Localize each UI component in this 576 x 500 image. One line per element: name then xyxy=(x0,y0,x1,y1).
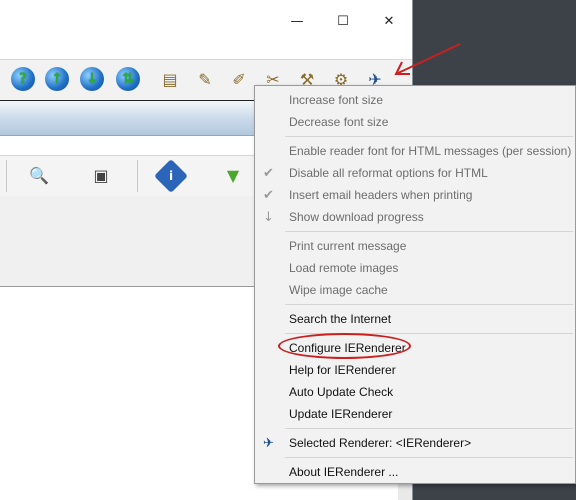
menu-separator xyxy=(285,457,573,458)
menu-item-label: Auto Update Check xyxy=(289,385,394,399)
download-icon: ↓ xyxy=(263,209,274,225)
menu-item-label: Decrease font size xyxy=(289,115,389,129)
menu-item-about-ierenderer[interactable]: About IERenderer ... xyxy=(255,461,575,483)
menu-item-label: Help for IERenderer xyxy=(289,363,396,377)
search-doc-icon[interactable]: 🔍 xyxy=(28,164,50,186)
checkmark-icon: ✔ xyxy=(263,187,274,203)
menu-item-label: Search the Internet xyxy=(289,312,392,326)
menu-item-search-the-internet[interactable]: Search the Internet xyxy=(255,308,575,330)
menu-item-auto-update-check[interactable]: Auto Update Check xyxy=(255,381,575,403)
globe-up-icon[interactable]: ↑ xyxy=(45,67,69,91)
menu-item-label: Insert email headers when printing xyxy=(289,188,473,202)
menu-separator xyxy=(285,231,573,232)
menu-item-show-download-progress: ↓ Show download progress xyxy=(255,206,575,228)
menu-separator xyxy=(285,428,573,429)
menu-item-label: About IERenderer ... xyxy=(289,465,399,479)
globe-sync-icon[interactable]: ⇅ xyxy=(116,67,140,91)
toolbar-separator xyxy=(6,160,7,192)
close-button[interactable]: ✕ xyxy=(366,0,412,42)
info-glyph: i xyxy=(168,169,174,183)
annotation-arrow xyxy=(394,43,461,75)
menu-item-load-remote-images: Load remote images xyxy=(255,257,575,279)
menu-item-label: Selected Renderer: <IERenderer> xyxy=(289,436,472,450)
menu-item-wipe-image-cache: Wipe image cache xyxy=(255,279,575,301)
menu-item-print-current-message: Print current message xyxy=(255,235,575,257)
menu-item-label: Disable all reformat options for HTML xyxy=(289,166,488,180)
menu-item-label: Print current message xyxy=(289,239,407,253)
globe-down-icon[interactable]: ↓ xyxy=(80,67,104,91)
menu-item-increase-font-size: Increase font size xyxy=(255,89,575,111)
menu-separator xyxy=(285,136,573,137)
menu-item-enable-reader-font-for-html-messages-per-session: Enable reader font for HTML messages (pe… xyxy=(255,140,575,162)
menu-item-selected-renderer-ierenderer[interactable]: ✈ Selected Renderer: <IERenderer> xyxy=(255,432,575,454)
menu-item-help-for-ierenderer[interactable]: Help for IERenderer xyxy=(255,359,575,381)
menu-item-label: Show download progress xyxy=(289,210,424,224)
menu-item-label: Load remote images xyxy=(289,261,399,275)
menu-item-label: Update IERenderer xyxy=(289,407,393,421)
info-icon[interactable]: i xyxy=(154,159,188,193)
notes-icon[interactable]: ▤ xyxy=(159,68,181,90)
menu-item-label: Wipe image cache xyxy=(289,283,388,297)
minimize-button[interactable]: — xyxy=(274,0,320,42)
title-bar: — ☐ ✕ xyxy=(0,0,412,42)
menu-item-disable-all-reformat-options-for-html: ✔ Disable all reformat options for HTML xyxy=(255,162,575,184)
toolbar-separator xyxy=(137,160,138,192)
edit-doc-icon[interactable]: ✎ xyxy=(194,68,216,90)
context-menu: Increase font size Decrease font size Enab… xyxy=(254,85,576,484)
menu-separator xyxy=(285,304,573,305)
filter-icon[interactable]: ▼ xyxy=(222,164,244,186)
ierenderer-icon: ✈ xyxy=(263,435,274,451)
annotation-ellipse xyxy=(278,333,411,359)
menu-item-decrease-font-size: Decrease font size xyxy=(255,111,575,133)
checkmark-icon: ✔ xyxy=(263,165,274,181)
globe-help-icon[interactable]: ? xyxy=(11,67,35,91)
menu-item-label: Increase font size xyxy=(289,93,384,107)
menu-item-insert-email-headers-when-printing: ✔ Insert email headers when printing xyxy=(255,184,575,206)
menu-item-update-ierenderer[interactable]: Update IERenderer xyxy=(255,403,575,425)
menu-item-label: Enable reader font for HTML messages (pe… xyxy=(289,144,572,158)
maximize-button[interactable]: ☐ xyxy=(320,0,366,42)
save-disk-icon[interactable]: ▣ xyxy=(90,164,112,186)
doc-pen-icon[interactable]: ✐ xyxy=(228,68,250,90)
